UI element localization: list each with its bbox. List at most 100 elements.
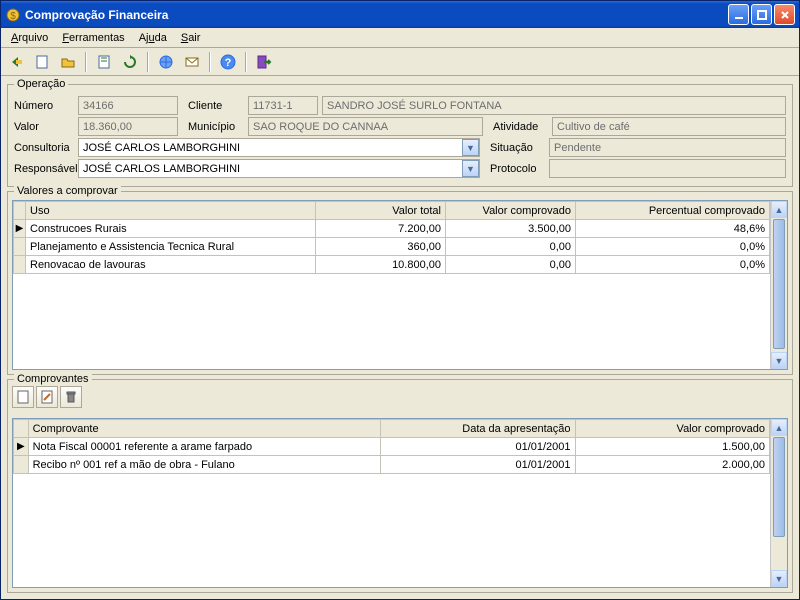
scroll-thumb[interactable]: [773, 437, 785, 537]
valores-scrollbar[interactable]: ▲ ▼: [770, 201, 787, 369]
cell-uso: Construcoes Rurais: [26, 220, 316, 238]
toolbar: ?: [1, 48, 799, 76]
numero-field: 34166: [78, 96, 178, 115]
comprovantes-legend: Comprovantes: [14, 373, 92, 385]
situacao-field: Pendente: [549, 138, 786, 157]
comprovantes-group: Comprovantes Comprovante Data da apresen…: [7, 379, 793, 593]
table-row[interactable]: ▶Construcoes Rurais7.200,003.500,0048,6%: [14, 220, 770, 238]
delete-comprovante-button[interactable]: [60, 386, 82, 408]
cell-uso: Planejamento e Assistencia Tecnica Rural: [26, 238, 316, 256]
consultoria-label: Consultoria: [14, 142, 74, 154]
cliente-nome-field: SANDRO JOSÉ SURLO FONTANA: [322, 96, 786, 115]
cell-total: 10.800,00: [316, 256, 446, 274]
col-comprovante[interactable]: Comprovante: [28, 420, 380, 438]
atividade-label: Atividade: [493, 121, 548, 133]
menu-ajuda[interactable]: Ajuda: [133, 30, 173, 46]
cell-data: 01/01/2001: [381, 456, 575, 474]
valor-label: Valor: [14, 121, 74, 133]
numero-label: Número: [14, 100, 74, 112]
cell-pct: 0,0%: [576, 238, 770, 256]
open-icon[interactable]: [57, 51, 79, 73]
col-total[interactable]: Valor total: [316, 202, 446, 220]
row-handle: [14, 238, 26, 256]
new-comprovante-button[interactable]: [12, 386, 34, 408]
chevron-down-icon[interactable]: ▼: [462, 160, 479, 177]
window-title: Comprovação Financeira: [25, 8, 728, 22]
col-pct[interactable]: Percentual comprovado: [576, 202, 770, 220]
cell-pct: 0,0%: [576, 256, 770, 274]
comprovantes-scrollbar[interactable]: ▲ ▼: [770, 419, 787, 587]
cell-total: 360,00: [316, 238, 446, 256]
maximize-button[interactable]: [751, 4, 772, 25]
cell-pct: 48,6%: [576, 220, 770, 238]
valores-group: Valores a comprovar Uso Valor total Valo…: [7, 191, 793, 375]
col-uso[interactable]: Uso: [26, 202, 316, 220]
table-row[interactable]: ▶Nota Fiscal 00001 referente a arame far…: [14, 438, 770, 456]
cell-valor: 2.000,00: [575, 456, 769, 474]
menu-arquivo[interactable]: Arquivo: [5, 30, 54, 46]
row-handle: ▶: [14, 220, 26, 238]
cliente-cod-field: 11731-1: [248, 96, 318, 115]
help-icon[interactable]: ?: [217, 51, 239, 73]
close-button[interactable]: [774, 4, 795, 25]
protocolo-label: Protocolo: [490, 163, 545, 175]
row-handle: ▶: [14, 438, 29, 456]
cliente-label: Cliente: [188, 100, 244, 112]
menu-sair[interactable]: Sair: [175, 30, 207, 46]
svg-text:?: ?: [225, 57, 232, 69]
edit-comprovante-button[interactable]: [36, 386, 58, 408]
cell-comprovado: 0,00: [446, 256, 576, 274]
menubar: Arquivo Ferramentas Ajuda Sair: [1, 28, 799, 48]
atividade-field: Cultivo de café: [552, 117, 786, 136]
globe-icon[interactable]: [155, 51, 177, 73]
cell-comprovado: 0,00: [446, 238, 576, 256]
minimize-button[interactable]: [728, 4, 749, 25]
valores-grid[interactable]: Uso Valor total Valor comprovado Percent…: [12, 200, 788, 370]
cell-comprovante: Recibo nº 001 ref a mão de obra - Fulano: [28, 456, 380, 474]
municipio-label: Município: [188, 121, 244, 133]
save-icon[interactable]: [93, 51, 115, 73]
menu-ferramentas[interactable]: Ferramentas: [56, 30, 130, 46]
scroll-down-icon[interactable]: ▼: [771, 352, 787, 369]
cell-uso: Renovacao de lavouras: [26, 256, 316, 274]
situacao-label: Situação: [490, 142, 545, 154]
col-valor[interactable]: Valor comprovado: [575, 420, 769, 438]
table-row[interactable]: Renovacao de lavouras10.800,000,000,0%: [14, 256, 770, 274]
responsavel-combo[interactable]: JOSÉ CARLOS LAMBORGHINI ▼: [78, 159, 480, 178]
svg-text:$: $: [10, 11, 16, 22]
row-handle: [14, 456, 29, 474]
scroll-up-icon[interactable]: ▲: [771, 419, 787, 436]
chevron-down-icon[interactable]: ▼: [462, 139, 479, 156]
cell-data: 01/01/2001: [381, 438, 575, 456]
responsavel-label: Responsável: [14, 163, 74, 175]
row-handle-header: [14, 420, 29, 438]
scroll-up-icon[interactable]: ▲: [771, 201, 787, 218]
new-icon[interactable]: [31, 51, 53, 73]
scroll-down-icon[interactable]: ▼: [771, 570, 787, 587]
mail-icon[interactable]: [181, 51, 203, 73]
protocolo-field: [549, 159, 786, 178]
table-row[interactable]: Recibo nº 001 ref a mão de obra - Fulano…: [14, 456, 770, 474]
cell-comprovante: Nota Fiscal 00001 referente a arame farp…: [28, 438, 380, 456]
col-comprovado[interactable]: Valor comprovado: [446, 202, 576, 220]
table-row[interactable]: Planejamento e Assistencia Tecnica Rural…: [14, 238, 770, 256]
operacao-legend: Operação: [14, 78, 68, 90]
municipio-field: SAO ROQUE DO CANNAA: [248, 117, 483, 136]
row-handle: [14, 256, 26, 274]
valores-legend: Valores a comprovar: [14, 185, 121, 197]
app-icon: $: [5, 7, 21, 23]
comprovantes-grid[interactable]: Comprovante Data da apresentação Valor c…: [12, 418, 788, 588]
valor-field: 18.360,00: [78, 117, 178, 136]
consultoria-combo[interactable]: JOSÉ CARLOS LAMBORGHINI ▼: [78, 138, 480, 157]
operacao-group: Operação Número 34166 Cliente 11731-1 SA…: [7, 78, 793, 187]
back-icon[interactable]: [5, 51, 27, 73]
cell-valor: 1.500,00: [575, 438, 769, 456]
cell-comprovado: 3.500,00: [446, 220, 576, 238]
exit-icon[interactable]: [253, 51, 275, 73]
scroll-thumb[interactable]: [773, 219, 785, 349]
col-data[interactable]: Data da apresentação: [381, 420, 575, 438]
cell-total: 7.200,00: [316, 220, 446, 238]
titlebar[interactable]: $ Comprovação Financeira: [1, 1, 799, 28]
row-handle-header: [14, 202, 26, 220]
refresh-icon[interactable]: [119, 51, 141, 73]
